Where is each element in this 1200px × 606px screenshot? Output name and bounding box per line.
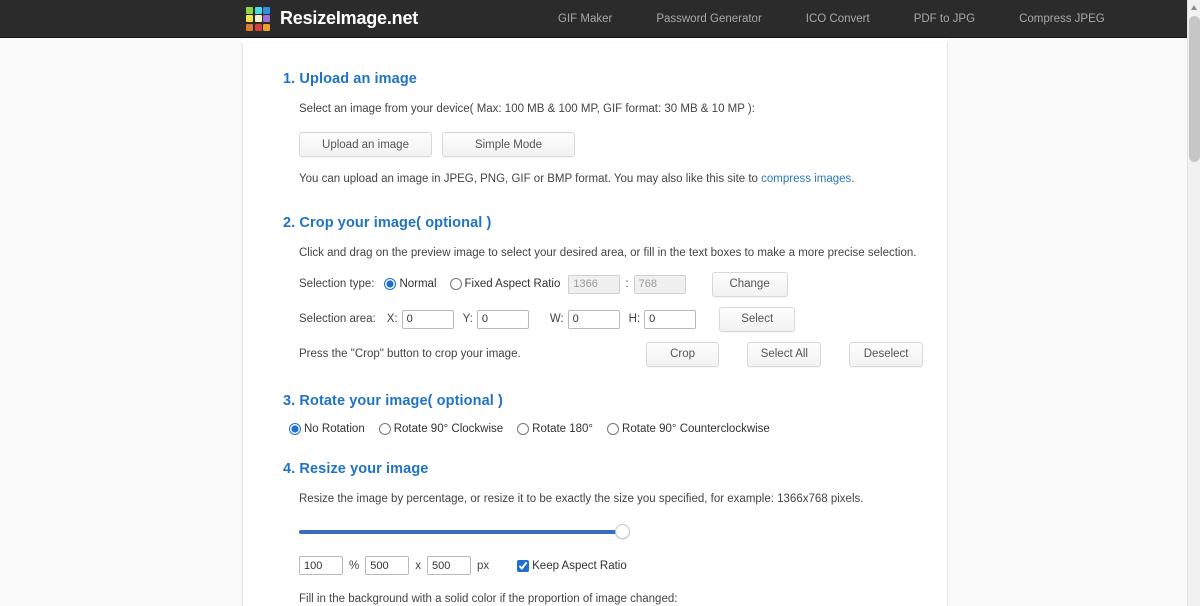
rotate-option-none[interactable]: No Rotation: [289, 422, 365, 435]
resize-percent-slider[interactable]: [299, 524, 630, 540]
resize-width-input[interactable]: [365, 556, 410, 575]
main-content-card: 1. Upload an image Select an image from …: [242, 43, 948, 606]
selection-x-input[interactable]: [401, 309, 454, 329]
site-header: ResizeImage.net GIF Maker Password Gener…: [0, 0, 1200, 38]
nav-item-pdf-to-jpg[interactable]: PDF to JPG: [892, 13, 997, 25]
selection-y-label: Y:: [462, 313, 473, 326]
selection-type-normal-label: Normal: [399, 278, 437, 291]
selection-type-normal-radio[interactable]: [384, 278, 397, 291]
logo-cell-4: [246, 15, 253, 22]
selection-y-input[interactable]: [476, 309, 529, 329]
selection-h-input[interactable]: [644, 309, 697, 329]
selection-area-row: Selection area: X: Y: W: H: Select: [299, 306, 923, 332]
selection-area-label: Selection area:: [299, 313, 376, 326]
logo-cell-7: [246, 23, 253, 31]
section-heading-rotate: 3. Rotate your image( optional ): [283, 392, 503, 409]
selection-x-label: X:: [386, 313, 398, 326]
logo-cell-1: [246, 6, 253, 14]
nav-item-compress-jpeg[interactable]: Compress JPEG: [997, 13, 1127, 25]
nav-item-ico-convert[interactable]: ICO Convert: [784, 13, 892, 25]
logo-cell-2: [254, 6, 262, 14]
selection-type-fixed-ratio-option[interactable]: Fixed Aspect Ratio: [449, 278, 561, 291]
section-heading-upload: 1. Upload an image: [283, 71, 417, 87]
resize-percent-input[interactable]: [299, 556, 343, 575]
rotate-90cw-label: Rotate 90° Clockwise: [393, 422, 504, 435]
select-all-button[interactable]: Select All: [747, 341, 822, 367]
brand-logo-link[interactable]: ResizeImage.net: [246, 6, 419, 31]
upload-footnote: You can upload an image in JPEG, PNG, GI…: [299, 171, 923, 188]
scrollbar-thumb[interactable]: [1189, 16, 1200, 162]
page-body: 1. Upload an image Select an image from …: [0, 38, 1200, 606]
aspect-ratio-width-input[interactable]: [568, 274, 621, 294]
selection-h-label: H:: [628, 313, 641, 326]
rotate-none-label: No Rotation: [304, 422, 365, 435]
logo-cell-6: [263, 15, 270, 22]
crop-description: Click and drag on the preview image to s…: [299, 246, 917, 259]
rotate-option-90cw[interactable]: Rotate 90° Clockwise: [378, 422, 504, 435]
upload-an-image-button[interactable]: Upload an image: [299, 132, 432, 158]
logo-cell-3: [263, 6, 270, 14]
nav-item-gif-maker[interactable]: GIF Maker: [536, 13, 634, 25]
slider-handle[interactable]: [615, 524, 630, 539]
resize-description: Resize the image by percentage, or resiz…: [299, 492, 864, 505]
crop-press-note: Press the "Crop" button to crop your ima…: [299, 348, 521, 361]
aspect-ratio-height-input[interactable]: [633, 274, 686, 294]
upload-footnote-text-after: .: [851, 173, 855, 186]
keep-aspect-ratio-label: Keep Aspect Ratio: [532, 559, 627, 572]
rotate-options-group: No Rotation Rotate 90° Clockwise Rotate …: [289, 422, 923, 435]
percent-unit-label: %: [349, 559, 360, 572]
main-nav: GIF Maker Password Generator ICO Convert…: [536, 13, 1127, 25]
right-gutter: [949, 38, 1187, 606]
resize-size-row: % x px Keep Aspect Ratio: [299, 556, 923, 575]
rotate-180-radio[interactable]: [517, 422, 530, 435]
keep-aspect-ratio-checkbox[interactable]: [517, 559, 530, 572]
section-heading-crop: 2. Crop your image( optional ): [283, 214, 492, 231]
selection-type-fixed-ratio-radio[interactable]: [449, 278, 462, 291]
logo-cell-9: [263, 23, 270, 31]
rotate-option-180[interactable]: Rotate 180°: [517, 422, 594, 435]
select-button[interactable]: Select: [719, 306, 796, 332]
page-scrollbar[interactable]: [1187, 0, 1200, 606]
selection-type-fixed-ratio-label: Fixed Aspect Ratio: [464, 278, 561, 291]
size-x-separator: x: [415, 559, 421, 572]
crop-actions-row: Press the "Crop" button to crop your ima…: [299, 341, 924, 367]
crop-button[interactable]: Crop: [645, 341, 720, 367]
keep-aspect-ratio-option[interactable]: Keep Aspect Ratio: [517, 559, 627, 572]
aspect-ratio-separator: :: [625, 278, 629, 291]
logo-cell-5: [254, 15, 262, 22]
left-gutter: [0, 38, 242, 606]
section-heading-resize: 4. Resize your image: [283, 460, 429, 477]
compress-images-link[interactable]: compress images: [761, 173, 851, 185]
selection-w-label: W:: [549, 313, 564, 326]
deselect-button[interactable]: Deselect: [849, 341, 924, 367]
selection-w-input[interactable]: [567, 309, 620, 329]
upload-description: Select an image from your device( Max: 1…: [299, 103, 755, 115]
logo-icon: [246, 6, 271, 31]
rotate-180-label: Rotate 180°: [532, 422, 594, 435]
resize-height-input[interactable]: [426, 556, 471, 575]
selection-type-row: Selection type: Normal Fixed Aspect Rati…: [299, 271, 923, 297]
rotate-90cw-radio[interactable]: [378, 422, 391, 435]
change-button[interactable]: Change: [711, 271, 788, 297]
logo-cell-8: [254, 23, 262, 31]
fill-background-note: Fill in the background with a solid colo…: [299, 593, 678, 605]
rotate-90ccw-radio[interactable]: [607, 422, 620, 435]
rotate-option-90ccw[interactable]: Rotate 90° Counterclockwise: [607, 422, 770, 435]
slider-track[interactable]: [299, 530, 629, 534]
scroll-up-arrow-icon[interactable]: [1191, 5, 1197, 10]
selection-type-label: Selection type:: [299, 278, 375, 291]
selection-type-normal-option[interactable]: Normal: [384, 278, 437, 291]
brand-name: ResizeImage.net: [280, 8, 419, 28]
upload-button-row: Upload an image Simple Mode: [299, 132, 923, 158]
rotate-none-radio[interactable]: [289, 422, 301, 435]
simple-mode-button[interactable]: Simple Mode: [442, 132, 575, 158]
upload-footnote-text-before: You can upload an image in JPEG, PNG, GI…: [299, 173, 762, 186]
rotate-90ccw-label: Rotate 90° Counterclockwise: [622, 422, 770, 435]
px-unit-label: px: [476, 559, 490, 572]
nav-item-password-generator[interactable]: Password Generator: [634, 13, 783, 25]
